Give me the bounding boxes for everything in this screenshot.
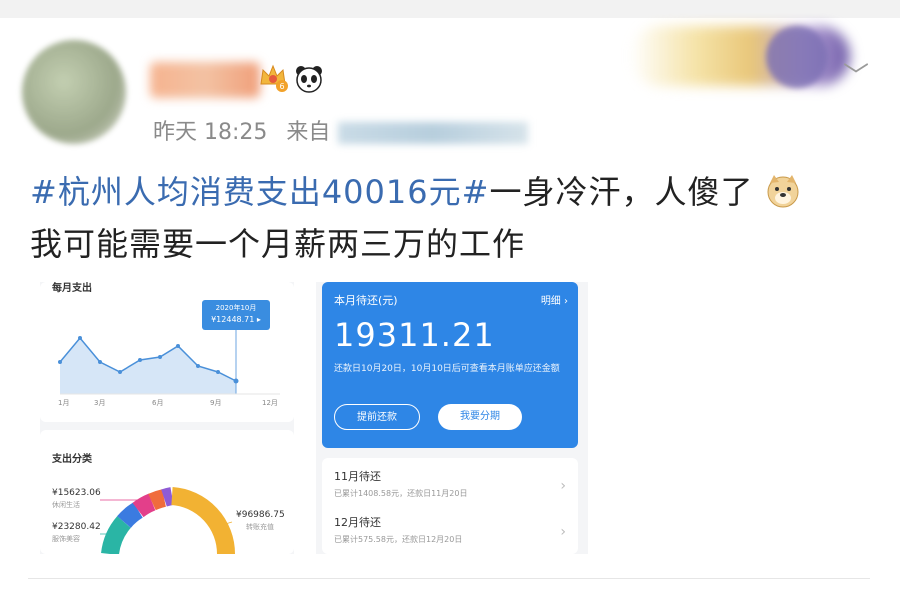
bill-title: 12月待还 — [334, 516, 381, 529]
x-axis-label: 1月 — [58, 399, 70, 407]
divider — [28, 578, 870, 579]
panda-icon — [296, 66, 322, 93]
chevron-right-icon: › — [560, 478, 566, 494]
crown-badge-icon[interactable]: 6 — [258, 62, 288, 92]
x-axis-label: 12月 — [262, 399, 278, 407]
installment-button: 我要分期 — [438, 404, 522, 430]
bill-title: 11月待还 — [334, 470, 381, 483]
x-axis-label: 9月 — [210, 399, 222, 407]
x-axis-label: 3月 — [94, 399, 106, 407]
post-time: 昨天 18:25 — [153, 120, 268, 145]
post-source-prefix: 来自 — [286, 120, 331, 145]
image-thumbnail-expense-chart[interactable]: 每月支出 2020年10月 ¥12448.71 ▸ 1月 3月 6月 9月 12… — [40, 282, 294, 554]
repayment-amount: 19311.21 — [334, 316, 495, 354]
repayment-note: 还款日10月20日，10月10日后可查看本月账单应还金额 — [334, 364, 560, 374]
bill-sub: 已累计575.58元，还款日12月20日 — [334, 535, 463, 544]
avatar[interactable] — [22, 40, 126, 144]
doge-emoji-icon — [767, 175, 799, 208]
bill-list-card: 11月待还 已累计1408.58元，还款日11月20日 › 12月待还 已累计5… — [322, 458, 578, 554]
username-blurred[interactable] — [150, 62, 260, 98]
post-meta: 昨天 18:25 来自 — [153, 114, 529, 146]
post-source-blurred[interactable] — [338, 122, 529, 144]
repayment-title: 本月待还(元) — [334, 294, 398, 307]
post-text-line2: 我可能需要一个月薪两三万的工作 — [30, 225, 526, 263]
expense-category-card: 支出分类 ¥15623.06 休闲生活 ¥23280.42 服饰美容 ¥9698… — [40, 430, 294, 554]
detail-link: 明细 › — [540, 296, 568, 307]
decoration-badge-blurred — [766, 26, 828, 88]
image-thumbnail-repayment[interactable]: 本月待还(元) 明细 › 19311.21 还款日10月20日，10月10日后可… — [316, 282, 588, 554]
prepay-button: 提前还款 — [334, 404, 420, 430]
top-strip — [0, 0, 900, 18]
chevron-right-icon: › — [560, 524, 566, 540]
repayment-summary-card: 本月待还(元) 明细 › 19311.21 还款日10月20日，10月10日后可… — [322, 282, 578, 448]
monthly-expense-card: 每月支出 2020年10月 ¥12448.71 ▸ 1月 3月 6月 9月 12… — [40, 282, 294, 422]
post-text: #杭州人均消费支出40016元#一身冷汗，人傻了 我可能需要一个月薪两三万的工作 — [30, 166, 870, 270]
svg-text:6: 6 — [279, 82, 284, 91]
post-text-line1: 一身冷汗，人傻了 — [489, 173, 754, 211]
line-chart — [58, 330, 280, 395]
donut-chart — [100, 487, 236, 554]
x-axis-label: 6月 — [152, 399, 164, 407]
hashtag-link[interactable]: #杭州人均消费支出40016元# — [30, 173, 489, 211]
bill-sub: 已累计1408.58元，还款日11月20日 — [334, 489, 468, 498]
chevron-down-icon[interactable]: ﹀ — [843, 56, 869, 93]
